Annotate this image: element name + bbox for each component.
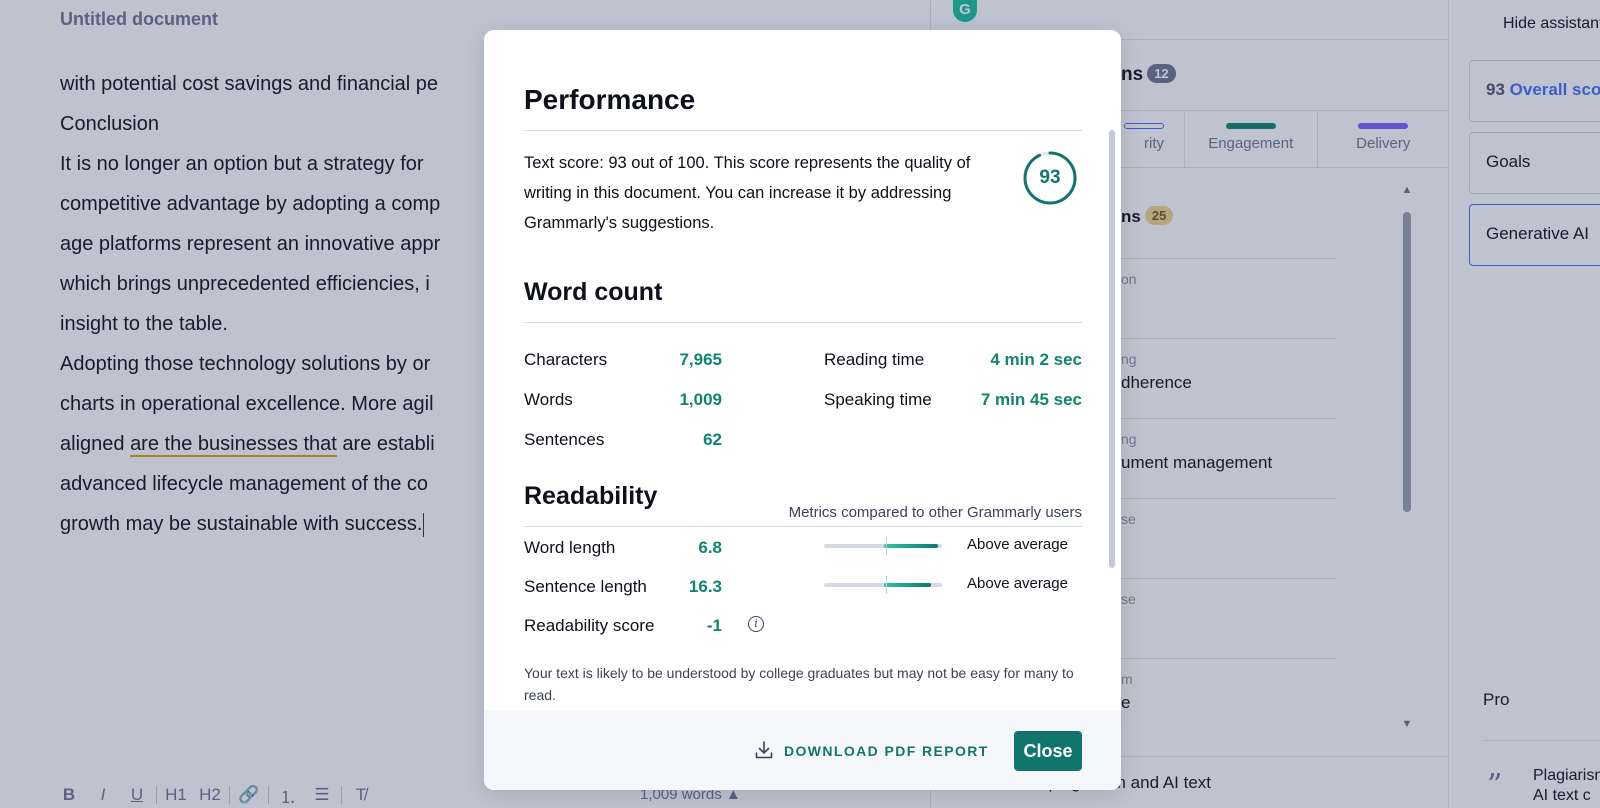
- sentence-length-rating: Above average: [967, 575, 1068, 592]
- word-length-label: Word length: [524, 538, 616, 557]
- sentence-length-bar-fill: [884, 583, 932, 587]
- divider: [524, 526, 1082, 527]
- reading-time-value: 4 min 2 sec: [990, 350, 1082, 369]
- sentence-length-value: 16.3: [688, 577, 722, 596]
- speaking-time-value: 7 min 45 sec: [980, 390, 1082, 409]
- download-icon[interactable]: [754, 740, 774, 760]
- speaking-time-label: Speaking time: [824, 390, 932, 409]
- readability-heading: Readability: [524, 482, 658, 510]
- characters-value: 7,965: [679, 350, 722, 369]
- words-label: Words: [524, 390, 573, 409]
- readability-caption: Metrics compared to other Grammarly user…: [788, 504, 1082, 521]
- reading-time-label: Reading time: [824, 350, 925, 369]
- word-length-bar: [824, 544, 942, 548]
- dialog-footer: DOWNLOAD PDF REPORT Close: [484, 710, 1121, 790]
- sentences-label: Sentences: [524, 430, 605, 449]
- characters-label: Characters: [524, 350, 608, 369]
- readability-score-value: -1: [706, 616, 722, 635]
- sentences-value: 62: [703, 430, 722, 449]
- word-count-heading: Word count: [524, 278, 663, 306]
- word-length-bar-fill: [884, 544, 939, 548]
- average-marker: [886, 576, 887, 594]
- score-ring-value: 93: [1039, 167, 1061, 188]
- sentence-length-bar: [824, 583, 942, 587]
- dialog-content: Performance Text score: 93 out of 100. T…: [524, 30, 1084, 710]
- info-icon[interactable]: i: [748, 616, 764, 632]
- performance-description: Text score: 93 out of 100. This score re…: [524, 154, 971, 232]
- download-pdf-report-button[interactable]: DOWNLOAD PDF REPORT: [784, 743, 989, 759]
- close-button[interactable]: Close: [1014, 731, 1082, 771]
- performance-heading: Performance: [524, 84, 696, 115]
- dialog-scrollbar[interactable]: [1109, 130, 1115, 568]
- divider: [524, 130, 1082, 131]
- sentence-length-label: Sentence length: [524, 577, 647, 596]
- average-marker: [886, 537, 887, 555]
- word-length-value: 6.8: [698, 538, 722, 557]
- word-length-rating: Above average: [967, 536, 1068, 553]
- readability-note: Your text is likely to be understood by …: [524, 665, 1074, 703]
- words-value: 1,009: [679, 390, 722, 409]
- performance-dialog: Performance Text score: 93 out of 100. T…: [484, 30, 1121, 790]
- readability-score-label: Readability score: [524, 616, 655, 635]
- divider: [524, 322, 1082, 323]
